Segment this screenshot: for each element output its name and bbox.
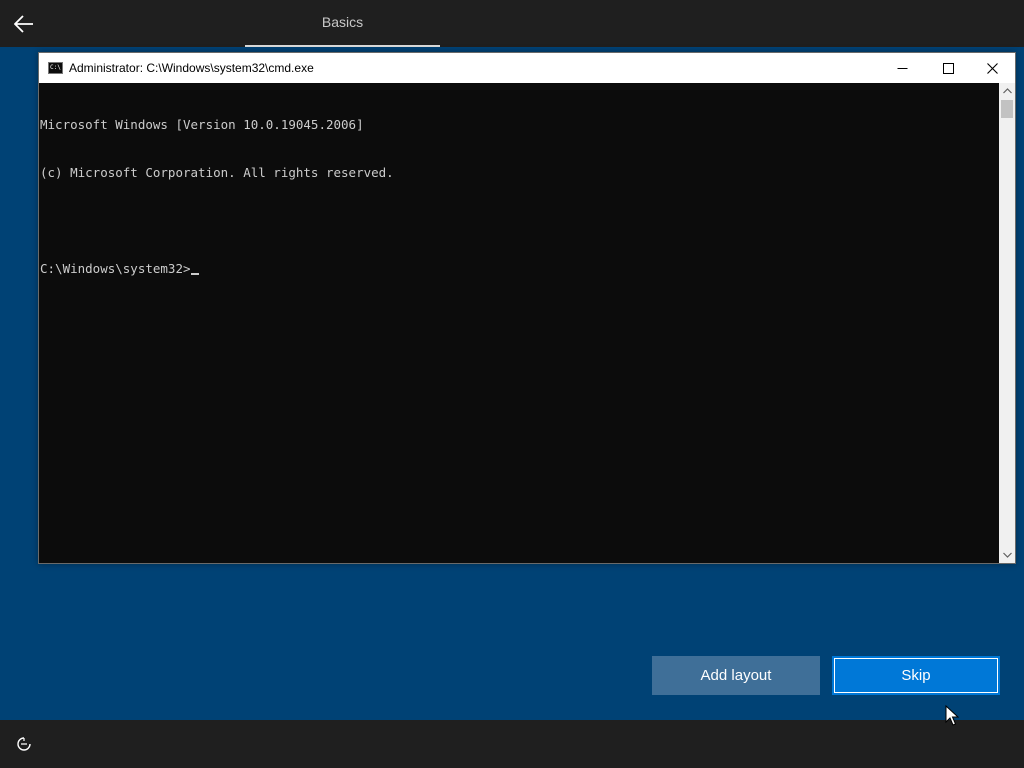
console-output[interactable]: Microsoft Windows [Version 10.0.19045.20… <box>39 83 999 563</box>
console-line: (c) Microsoft Corporation. All rights re… <box>40 165 394 180</box>
top-bar: Basics <box>0 0 1024 47</box>
command-prompt-icon: C:\ <box>48 62 63 74</box>
scroll-up-button[interactable] <box>999 83 1015 99</box>
maximize-button[interactable] <box>925 53 971 83</box>
add-layout-button[interactable]: Add layout <box>652 656 820 695</box>
console-line: Microsoft Windows [Version 10.0.19045.20… <box>40 117 364 132</box>
chevron-up-icon <box>1002 88 1012 94</box>
maximize-icon <box>942 62 954 74</box>
cmd-window-title: Administrator: C:\Windows\system32\cmd.e… <box>69 61 314 75</box>
skip-button[interactable]: Skip <box>832 656 1000 695</box>
text-cursor <box>190 273 199 275</box>
close-button[interactable] <box>969 53 1015 83</box>
minimize-icon <box>897 67 907 69</box>
bottom-bar <box>0 720 1024 768</box>
vertical-scrollbar[interactable] <box>999 83 1015 563</box>
console-prompt: C:\Windows\system32> <box>40 261 191 276</box>
scroll-down-button[interactable] <box>999 547 1015 563</box>
console-prompt-line[interactable]: C:\Windows\system32> <box>40 261 999 277</box>
cmd-titlebar[interactable]: C:\ Administrator: C:\Windows\system32\c… <box>39 53 1015 83</box>
skip-label: Skip <box>901 667 931 684</box>
arrow-left-icon <box>14 15 33 33</box>
mouse-pointer-icon <box>945 705 959 726</box>
back-button[interactable] <box>8 8 40 40</box>
command-prompt-icon-text: C:\ <box>50 64 61 71</box>
ease-of-access-icon <box>17 737 31 751</box>
cmd-window[interactable]: C:\ Administrator: C:\Windows\system32\c… <box>38 52 1016 564</box>
minimize-button[interactable] <box>879 53 925 83</box>
add-layout-label: Add layout <box>700 667 772 684</box>
tab-basics: Basics <box>245 0 440 47</box>
scroll-thumb[interactable] <box>1001 100 1013 118</box>
tab-label: Basics <box>321 13 364 30</box>
close-icon <box>986 62 998 74</box>
accessibility-button[interactable] <box>10 730 38 758</box>
chevron-down-icon <box>1002 552 1012 558</box>
